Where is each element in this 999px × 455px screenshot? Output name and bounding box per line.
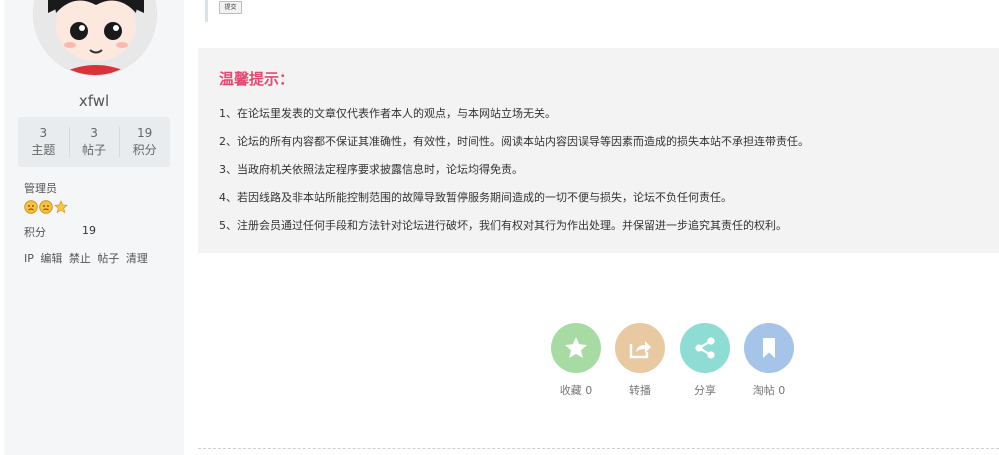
admin-actions: IP 编辑 禁止 帖子 清理 <box>24 250 151 266</box>
collect-thread-label: 淘帖 0 <box>752 384 786 397</box>
tip-item: 2、论坛的所有内容都不保证其准确性，有效性，时间性。阅读本站内容因误导等因素而造… <box>219 135 809 148</box>
user-stats: 3 主题 3 帖子 19 积分 <box>18 117 170 167</box>
avatar[interactable] <box>33 0 157 76</box>
action-edit[interactable]: 编辑 <box>40 252 62 265</box>
points-value: 19 <box>82 224 96 237</box>
collect-thread-button[interactable]: 淘帖 0 <box>744 323 794 397</box>
tip-item: 1、在论坛里发表的文章仅代表作者本人的观点，与本网站立场无关。 <box>219 107 556 120</box>
frown-face-icon <box>39 200 53 214</box>
points-label: 积分 <box>24 226 46 239</box>
stat-threads-label: 主题 <box>31 143 56 157</box>
tip-item: 3、当政府机关依照法定程序要求披露信息时，论坛均得免责。 <box>219 163 523 176</box>
quote-accent-bar <box>205 0 208 22</box>
stat-threads-value: 3 <box>39 126 48 140</box>
stat-posts[interactable]: 3 帖子 <box>68 117 120 167</box>
star-icon <box>565 337 587 358</box>
forward-button[interactable]: 转播 <box>615 323 665 397</box>
frown-face-icon <box>24 200 38 214</box>
action-ban[interactable]: 禁止 <box>69 252 91 265</box>
tip-item: 5、注册会员通过任何手段和方法针对论坛进行破坏，我们有权对其行为作出处理。并保留… <box>219 219 787 232</box>
stat-points-value: 19 <box>137 126 153 140</box>
rank-badges <box>24 200 68 214</box>
action-clean[interactable]: 清理 <box>126 252 148 265</box>
avatar-image <box>34 0 156 75</box>
bookmark-icon <box>763 338 775 358</box>
stat-points-label: 积分 <box>132 143 157 157</box>
user-points: 积分 19 <box>24 224 96 240</box>
username[interactable]: xfwl <box>4 92 184 110</box>
user-role[interactable]: 管理员 <box>24 180 57 196</box>
stat-posts-value: 3 <box>90 126 98 140</box>
action-ip[interactable]: IP <box>24 252 34 265</box>
author-sidebar: xfwl 3 主题 3 帖子 19 积分 管理员 积分 19 IP 编辑 禁止 … <box>4 0 184 455</box>
action-posts[interactable]: 帖子 <box>97 252 119 265</box>
stat-posts-label: 帖子 <box>82 143 107 157</box>
forward-icon <box>629 341 651 359</box>
star-badge-icon <box>54 200 68 214</box>
tips-box: 温馨提示： 1、在论坛里发表的文章仅代表作者本人的观点，与本网站立场无关。 2、… <box>198 48 999 253</box>
page: xfwl 3 主题 3 帖子 19 积分 管理员 积分 19 IP 编辑 禁止 … <box>0 0 999 455</box>
stat-threads[interactable]: 3 主题 <box>18 117 69 167</box>
submit-button[interactable]: 提交 <box>219 1 242 14</box>
favorite-circle[interactable] <box>551 323 601 373</box>
favorite-button[interactable]: 收藏 0 <box>551 323 601 397</box>
share-icon <box>695 337 715 359</box>
forward-circle[interactable] <box>615 323 665 373</box>
tip-item: 4、若因线路及非本站所能控制范围的故障导致暂停服务期间造成的一切不便与损失，论坛… <box>219 191 732 204</box>
stat-points[interactable]: 19 积分 <box>119 117 170 167</box>
share-circle[interactable] <box>680 323 730 373</box>
collect-thread-circle[interactable] <box>744 323 794 373</box>
share-button[interactable]: 分享 <box>680 323 730 397</box>
tips-title: 温馨提示： <box>219 70 295 88</box>
divider <box>198 448 999 449</box>
